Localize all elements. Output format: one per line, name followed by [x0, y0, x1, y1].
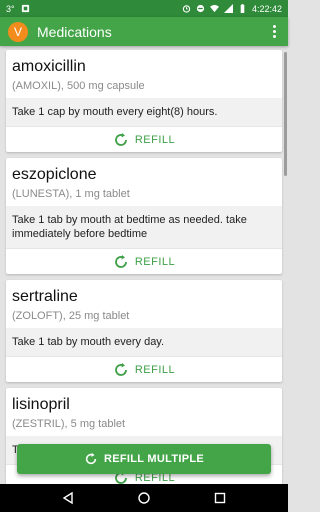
medication-header: eszopiclone (LUNESTA), 1 mg tablet — [6, 158, 282, 206]
refill-button[interactable]: REFILL — [6, 356, 282, 382]
refill-multiple-button[interactable]: REFILL MULTIPLE — [17, 444, 271, 474]
medication-list[interactable]: amoxicillin (AMOXIL), 500 mg capsule Tak… — [0, 46, 288, 484]
page-title: Medications — [37, 23, 112, 40]
medication-name: eszopiclone — [12, 166, 97, 183]
clock-text: 4:22:42 — [251, 3, 282, 14]
medication-detail: (ZOLOFT), 25 mg tablet — [12, 310, 130, 322]
temperature-text: 3° — [6, 3, 15, 14]
alarm-icon — [182, 5, 191, 13]
medication-card[interactable]: sertraline (ZOLOFT), 25 mg tablet Take 1… — [6, 280, 282, 382]
refresh-icon — [85, 452, 97, 465]
do-not-disturb-icon — [196, 4, 205, 13]
app-bar: V Medications — [0, 17, 288, 46]
refresh-icon — [115, 362, 127, 376]
refill-multiple-label: REFILL MULTIPLE — [103, 453, 205, 465]
medication-card[interactable]: eszopiclone (LUNESTA), 1 mg tablet Take … — [6, 158, 282, 274]
medication-header: amoxicillin (AMOXIL), 500 mg capsule — [6, 50, 282, 98]
medication-name: sertraline — [12, 288, 78, 305]
medication-name: amoxicillin — [12, 58, 86, 75]
status-bar: 3° 4:22:42 — [0, 0, 288, 17]
medication-detail: (AMOXIL), 500 mg capsule — [12, 80, 145, 92]
more-vert-icon[interactable] — [268, 22, 280, 42]
medication-card[interactable]: amoxicillin (AMOXIL), 500 mg capsule Tak… — [6, 50, 282, 152]
refresh-icon — [115, 254, 127, 268]
refill-label: REFILL — [134, 133, 176, 146]
avatar[interactable]: V — [8, 21, 28, 42]
battery-icon — [240, 4, 245, 13]
medication-instructions: Take 1 cap by mouth every eight(8) hours… — [6, 98, 282, 126]
back-icon[interactable] — [61, 491, 75, 505]
refill-label: REFILL — [134, 255, 176, 268]
refill-label: REFILL — [134, 363, 176, 376]
signal-icon — [223, 4, 233, 13]
refill-button[interactable]: REFILL — [6, 248, 282, 274]
medication-detail: (LUNESTA), 1 mg tablet — [12, 188, 130, 200]
medication-header: sertraline (ZOLOFT), 25 mg tablet — [6, 280, 282, 328]
medication-header: lisinopril (ZESTRIL), 5 mg tablet — [6, 388, 282, 436]
refresh-icon — [115, 132, 127, 146]
recents-icon[interactable] — [213, 491, 227, 505]
scrollbar[interactable] — [284, 52, 287, 176]
medication-instructions: Take 1 tab by mouth at bedtime as needed… — [6, 206, 282, 248]
medication-name: lisinopril — [12, 396, 70, 413]
medication-detail: (ZESTRIL), 5 mg tablet — [12, 418, 126, 430]
wifi-icon — [209, 4, 219, 13]
medication-instructions: Take 1 tab by mouth every day. — [6, 328, 282, 356]
system-nav-bar — [0, 484, 288, 512]
refill-button[interactable]: REFILL — [6, 126, 282, 152]
notification-icon — [21, 4, 29, 13]
home-icon[interactable] — [137, 491, 151, 505]
